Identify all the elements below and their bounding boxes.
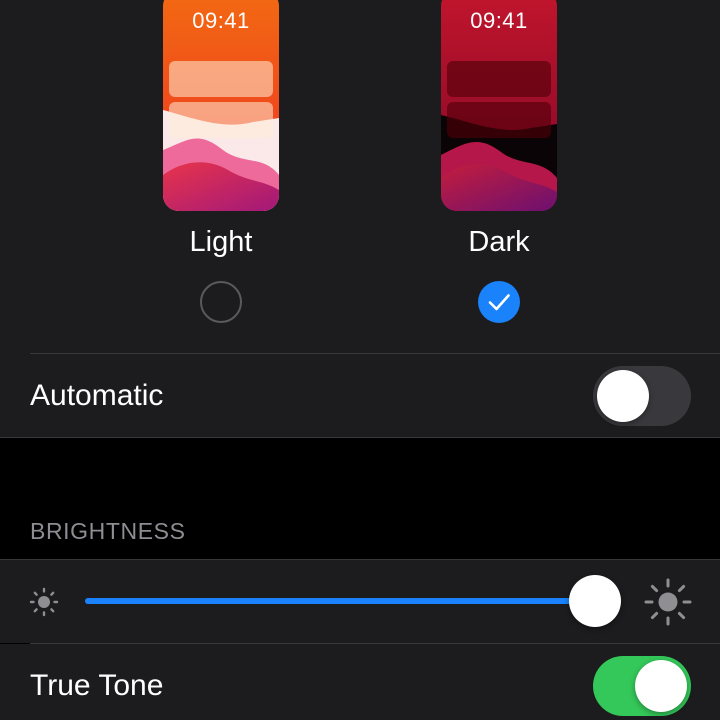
dark-preview-time: 09:41 (470, 8, 528, 33)
brightness-slider-track[interactable] (85, 598, 595, 604)
display-brightness-screen: 09:41 Light 09:41 Dark Automatic BRIGHTN… (0, 0, 720, 720)
light-preview-notification (169, 102, 273, 138)
light-preview-time: 09:41 (192, 8, 250, 33)
divider (0, 559, 720, 560)
light-preview-notification (169, 61, 273, 97)
brightness-low-icon (29, 587, 59, 617)
automatic-row: Automatic (0, 354, 720, 438)
brightness-section-header: BRIGHTNESS (30, 518, 186, 544)
checkmark-icon (488, 294, 510, 311)
automatic-toggle[interactable] (593, 366, 691, 426)
brightness-high-icon (644, 578, 692, 626)
toggle-knob (635, 660, 687, 712)
brightness-slider-thumb[interactable] (569, 575, 621, 627)
dark-preview-notification (447, 61, 551, 97)
true-tone-row: True Tone (0, 644, 720, 720)
toggle-knob (597, 370, 649, 422)
dark-preview-notification (447, 102, 551, 138)
light-mode-label: Light (189, 226, 253, 258)
dark-mode-radio[interactable] (478, 281, 520, 323)
true-tone-toggle[interactable] (593, 656, 691, 716)
light-mode-option[interactable]: 09:41 Light (141, 0, 301, 340)
appearance-group: 09:41 Light 09:41 Dark Automatic (0, 0, 720, 438)
true-tone-label: True Tone (30, 669, 164, 702)
light-mode-radio[interactable] (200, 281, 242, 323)
dark-mode-label: Dark (468, 226, 530, 258)
dark-mode-preview[interactable]: 09:41 (441, 0, 557, 211)
automatic-label: Automatic (30, 379, 164, 412)
brightness-slider-fill (85, 598, 595, 604)
light-mode-preview[interactable]: 09:41 (163, 0, 279, 211)
dark-mode-option[interactable]: 09:41 Dark (419, 0, 579, 340)
